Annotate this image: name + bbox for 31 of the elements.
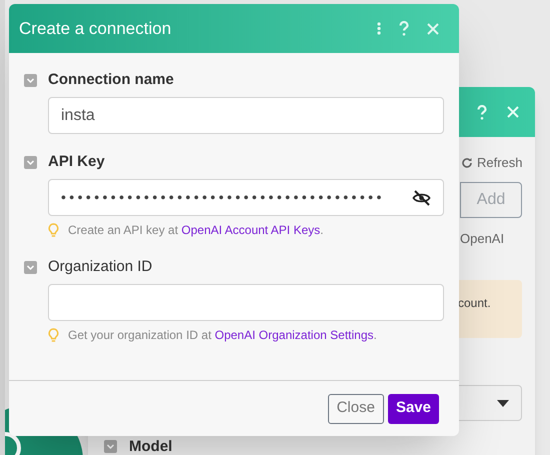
field-label: Organization ID — [48, 256, 152, 277]
collapse-icon — [24, 156, 37, 168]
close-icon[interactable] — [507, 106, 519, 118]
section-label: Model — [129, 439, 172, 454]
field-label: API Key — [48, 152, 105, 172]
field-label: Connection name — [48, 70, 174, 90]
close-button[interactable]: Close — [328, 394, 384, 424]
warning-text: count. — [458, 296, 491, 310]
help-link[interactable]: OpenAI Account API Keys — [181, 223, 320, 237]
save-button[interactable]: Save — [388, 394, 439, 424]
collapse-icon — [24, 74, 37, 86]
help-link[interactable]: OpenAI Organization Settings — [214, 328, 374, 342]
collapse-icon — [24, 260, 37, 274]
lightbulb-icon — [48, 328, 59, 342]
help-icon[interactable] — [399, 21, 409, 36]
hint-text: Create an API key at OpenAI Account API Keys. — [68, 222, 324, 239]
help-text: OpenAI — [460, 230, 504, 248]
refresh-button[interactable]: Refresh — [461, 153, 523, 172]
refresh-icon — [461, 156, 473, 169]
password-field[interactable]: ••••••••••••••••••••••••••••••••••••••• — [48, 179, 444, 216]
collapse-icon — [104, 440, 117, 453]
lightbulb-icon — [48, 222, 59, 238]
eye-off-icon[interactable] — [412, 190, 431, 206]
more-icon[interactable] — [377, 22, 381, 35]
help-icon[interactable] — [477, 104, 487, 120]
caret-icon — [497, 400, 509, 406]
hint-text: Get your organization ID at OpenAI Organization Settings. — [68, 327, 377, 344]
input-field[interactable] — [48, 284, 444, 321]
input-field[interactable]: insta — [48, 97, 444, 134]
dialog-title: Create a connection — [19, 18, 172, 40]
close-icon[interactable] — [427, 22, 439, 34]
